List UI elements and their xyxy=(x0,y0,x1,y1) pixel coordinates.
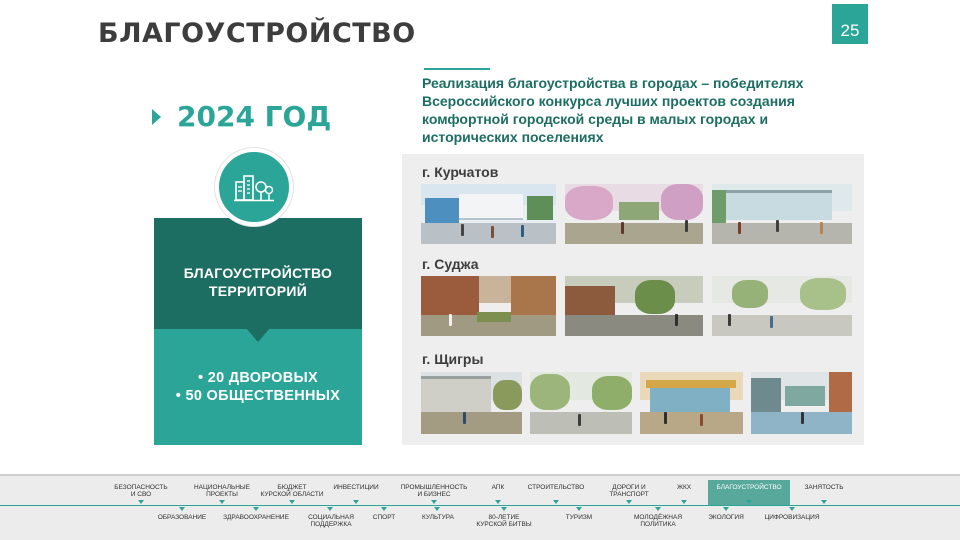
photo-sudzha-1 xyxy=(421,276,556,336)
nav-sport[interactable]: СПОРТ xyxy=(368,514,400,521)
nav-kultura[interactable]: КУЛЬТУРА xyxy=(416,514,460,521)
count-yards: • 20 ДВОРОВЫХ xyxy=(198,370,318,386)
triangle-bullet-icon xyxy=(152,108,161,125)
timeline-marker xyxy=(553,500,559,504)
city-buildings-icon xyxy=(215,148,293,226)
nav-sotsialnaya-podderzhka[interactable]: СОЦИАЛЬНАЯ ПОДДЕРЖКА xyxy=(302,514,360,528)
description: Реализация благоустройства в городах – п… xyxy=(422,74,862,146)
accent-divider xyxy=(424,68,490,70)
nav-turizm[interactable]: ТУРИЗМ xyxy=(556,514,602,521)
category-line-1: БЛАГОУСТРОЙСТВО xyxy=(183,264,333,281)
year-heading: 2024 ГОД xyxy=(152,100,331,133)
timeline-marker xyxy=(495,500,501,504)
timeline-marker xyxy=(138,500,144,504)
slide: БЛАГОУСТРОЙСТВО 25 2024 ГОД БЛАГОУСТРОЙС… xyxy=(0,0,960,540)
year-label: 2024 ГОД xyxy=(177,100,332,133)
city-label-kurchatov: г. Курчатов xyxy=(422,164,499,180)
nav-byudzhet[interactable]: БЮДЖЕТ КУРСКОЙ ОБЛАСТИ xyxy=(258,484,326,498)
timeline-marker xyxy=(655,507,661,511)
photo-shchigry-4 xyxy=(751,372,852,434)
nav-zanyatost[interactable]: ЗАНЯТОСТЬ xyxy=(800,484,848,491)
photo-kurchatov-2 xyxy=(565,184,703,244)
nav-investitsii[interactable]: ИНВЕСТИЦИИ xyxy=(332,484,380,491)
nav-natsproekty[interactable]: НАЦИОНАЛЬНЫЕ ПРОЕКТЫ xyxy=(192,484,252,498)
count-public: • 50 ОБЩЕСТВЕННЫХ xyxy=(175,388,341,404)
nav-80-letie[interactable]: 80-ЛЕТИЕ КУРСКОЙ БИТВЫ xyxy=(474,514,534,528)
photo-shchigry-1 xyxy=(421,372,522,434)
timeline-marker xyxy=(434,507,440,511)
description-line-3: комфортной городской среды в малых город… xyxy=(422,111,769,127)
category-box: БЛАГОУСТРОЙСТВО ТЕРРИТОРИЙ xyxy=(154,218,362,329)
nav-tsifrovizatsiya[interactable]: ЦИФРОВИЗАЦИЯ xyxy=(760,514,824,521)
timeline-marker xyxy=(789,507,795,511)
photo-shchigry-2 xyxy=(530,372,632,434)
nav-molodezhnaya-politika[interactable]: МОЛОДЁЖНАЯ ПОЛИТИКА xyxy=(626,514,690,528)
nav-bezopasnost[interactable]: БЕЗОПАСНОСТЬ И СВО xyxy=(112,484,170,498)
description-line-4: исторических поселениях xyxy=(422,129,604,145)
timeline-marker xyxy=(746,500,752,504)
photo-kurchatov-3 xyxy=(712,184,852,244)
page-title: БЛАГОУСТРОЙСТВО xyxy=(98,18,416,49)
photo-kurchatov-1 xyxy=(421,184,556,244)
timeline-marker xyxy=(576,507,582,511)
timeline-marker xyxy=(821,500,827,504)
photo-sudzha-2 xyxy=(565,276,703,336)
photo-gallery: г. Курчатов г. Суджа г. Щигры xyxy=(402,154,864,445)
timeline-marker xyxy=(431,500,437,504)
timeline-marker xyxy=(353,500,359,504)
description-line-2: Всероссийского конкурса лучших проектов … xyxy=(422,93,795,109)
box-pointer xyxy=(246,328,270,342)
timeline-marker xyxy=(501,507,507,511)
nav-zdravookhranenie[interactable]: ЗДРАВООХРАНЕНИЕ xyxy=(222,514,290,521)
timeline-marker xyxy=(327,507,333,511)
nav-ekologiya[interactable]: ЭКОЛОГИЯ xyxy=(704,514,748,521)
nav-zhkh[interactable]: ЖКХ xyxy=(672,484,696,491)
city-label-shchigry: г. Щигры xyxy=(422,351,484,367)
category-line-2: ТЕРРИТОРИЙ xyxy=(208,282,308,299)
nav-obrazovanie[interactable]: ОБРАЗОВАНИЕ xyxy=(156,514,208,521)
photo-sudzha-3 xyxy=(712,276,852,336)
photo-shchigry-3 xyxy=(640,372,743,434)
page-number-badge: 25 xyxy=(832,4,868,44)
counts-box: • 20 ДВОРОВЫХ • 50 ОБЩЕСТВЕННЫХ xyxy=(154,329,362,445)
nav-apk[interactable]: АПК xyxy=(486,484,510,491)
timeline-marker xyxy=(179,507,185,511)
timeline-marker xyxy=(681,500,687,504)
nav-stroitelstvo[interactable]: СТРОИТЕЛЬСТВО xyxy=(526,484,586,491)
timeline-marker xyxy=(253,507,259,511)
timeline-marker xyxy=(219,500,225,504)
timeline-marker xyxy=(723,507,729,511)
nav-dorogi[interactable]: ДОРОГИ И ТРАНСПОРТ xyxy=(606,484,652,498)
timeline-marker xyxy=(381,507,387,511)
navigation-timeline xyxy=(0,505,960,506)
timeline-marker xyxy=(626,500,632,504)
city-label-sudzha: г. Суджа xyxy=(422,256,479,272)
nav-promyshlennost[interactable]: ПРОМЫШЛЕННОСТЬ И БИЗНЕС xyxy=(398,484,470,498)
description-line-1: Реализация благоустройства в городах – п… xyxy=(422,75,804,91)
timeline-marker xyxy=(289,500,295,504)
